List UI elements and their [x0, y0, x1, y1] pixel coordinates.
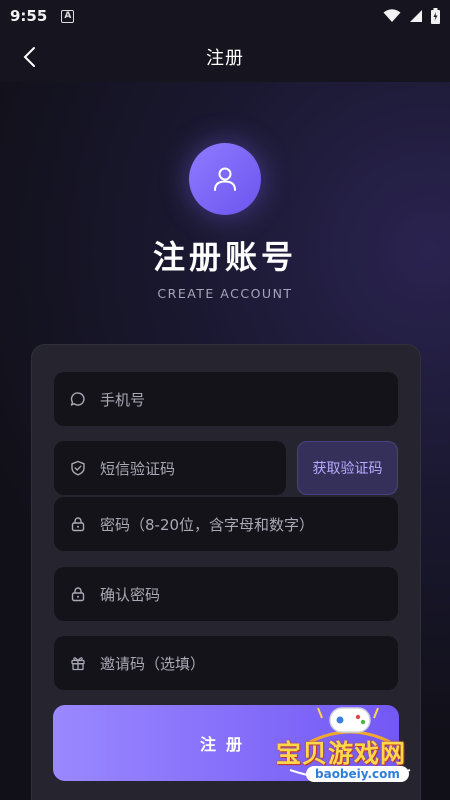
shield-check-icon: [71, 460, 85, 476]
confirm-password-placeholder: 确认密码: [100, 585, 161, 604]
invite-code-input[interactable]: 邀请码（选填）: [54, 636, 398, 690]
wifi-icon: [383, 9, 401, 22]
hero-title: 注册账号: [152, 238, 297, 276]
sms-code-placeholder: 短信验证码: [100, 459, 176, 478]
signal-icon: [410, 10, 422, 22]
watermark-text: 宝贝游戏网: [276, 739, 407, 768]
chevron-left-icon: [23, 47, 35, 67]
password-placeholder: 密码（8-20位，含字母和数字）: [100, 515, 315, 534]
confirm-password-input[interactable]: 确认密码: [54, 567, 398, 621]
lock-icon: [71, 587, 85, 602]
battery-icon: [431, 8, 440, 24]
invite-code-placeholder: 邀请码（选填）: [100, 654, 206, 673]
notification-icon: A: [61, 9, 75, 23]
get-code-button[interactable]: 获取验证码: [297, 441, 398, 495]
register-screen: 9:55 A 注册 注册账号 CREATE ACCOUNT 手机号 短信验证码 …: [0, 0, 450, 800]
watermark-url: baobeiy.com: [306, 766, 409, 782]
status-time: 9:55: [10, 7, 48, 25]
phone-placeholder: 手机号: [100, 390, 146, 409]
avatar: [189, 143, 261, 215]
chat-bubble-icon: [70, 392, 85, 406]
status-icons: [383, 8, 440, 24]
phone-input[interactable]: 手机号: [54, 372, 398, 426]
sms-code-input[interactable]: 短信验证码: [54, 441, 286, 495]
password-input[interactable]: 密码（8-20位，含字母和数字）: [54, 497, 398, 551]
user-icon: [214, 167, 236, 191]
back-button[interactable]: [14, 42, 44, 72]
page-title: 注册: [206, 48, 244, 69]
watermark: 宝贝游戏网 baobeiy.com: [270, 700, 430, 790]
hero-subtitle: CREATE ACCOUNT: [157, 286, 293, 301]
status-bar: 9:55 A: [0, 0, 450, 32]
gift-icon: [71, 657, 85, 671]
app-header: 注册: [0, 32, 450, 82]
lock-icon: [71, 517, 85, 532]
